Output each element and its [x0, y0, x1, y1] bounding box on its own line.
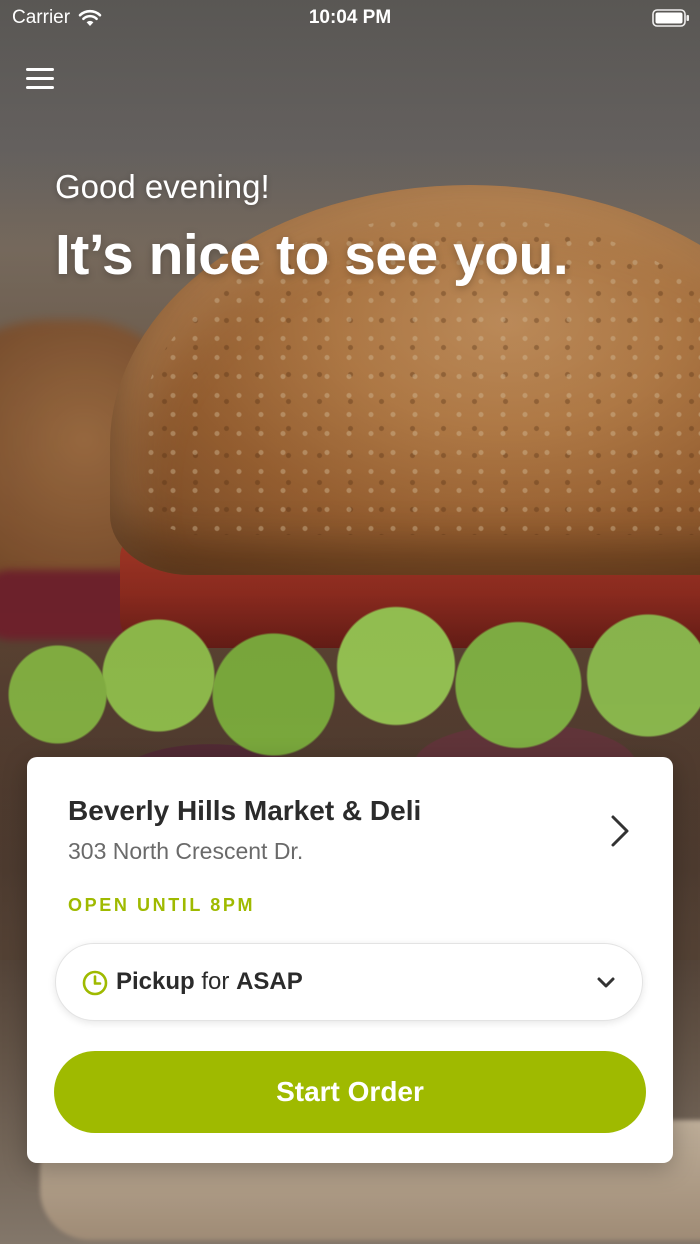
start-order-button[interactable]: Start Order [54, 1051, 646, 1133]
clock-icon [82, 970, 108, 996]
order-time-value: ASAP [236, 968, 303, 995]
order-mode-select[interactable]: Pickup for ASAP [55, 943, 643, 1021]
status-bar: Carrier 10:04 PM [0, 0, 700, 36]
order-mode-connector: for [201, 968, 230, 995]
menu-icon-bar [26, 68, 54, 71]
chevron-right-icon[interactable] [609, 813, 631, 849]
order-mode-text: Pickup for ASAP [116, 968, 303, 996]
store-hours-status: OPEN UNTIL 8PM [68, 895, 256, 915]
chevron-down-icon [597, 977, 615, 988]
menu-icon-bar [26, 86, 54, 89]
menu-icon-bar [26, 77, 54, 80]
page-title: It’s nice to see you. [55, 223, 569, 287]
greeting-text: Good evening! [55, 168, 270, 205]
menu-icon[interactable] [26, 66, 56, 92]
order-mode-value: Pickup [116, 968, 195, 995]
store-address: 303 North Crescent Dr. [68, 838, 304, 864]
battery-icon [652, 9, 689, 27]
store-card: Beverly Hills Market & Deli 303 North Cr… [27, 757, 673, 1163]
store-name[interactable]: Beverly Hills Market & Deli [68, 795, 421, 827]
status-time: 10:04 PM [308, 7, 392, 28]
